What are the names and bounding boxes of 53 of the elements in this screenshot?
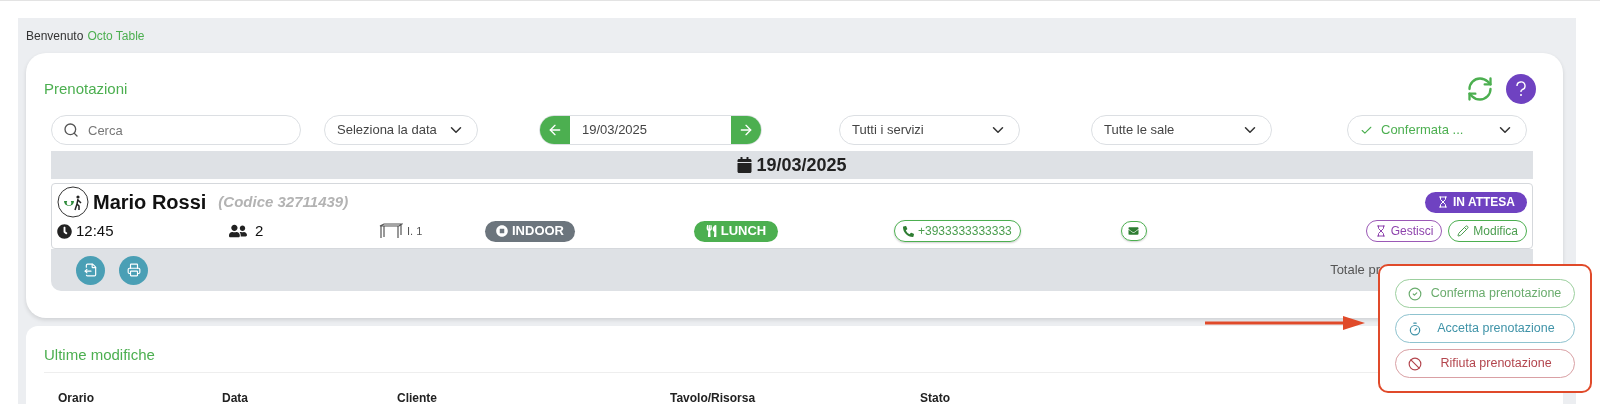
envelope-icon xyxy=(1128,226,1140,236)
date-select[interactable]: Seleziona la data xyxy=(324,115,478,145)
hourglass-icon xyxy=(1374,225,1387,237)
column-header: Cliente xyxy=(397,390,437,404)
column-header: Orario xyxy=(58,390,94,404)
reservation-row[interactable]: Mario Rossi (Codice 32711439) IN ATTESA 12:45 2 I. 1 INDOOR LUNCH +3933333333333 Gestisci Modifica xyxy=(51,183,1533,249)
user-name: Octo Table xyxy=(87,27,145,45)
table-number: I. 1 xyxy=(407,223,423,239)
guest-count: 2 xyxy=(255,220,264,241)
menu-item[interactable]: Rifiuta prenotazione xyxy=(1395,349,1575,378)
service-select[interactable]: Tutti i servizi xyxy=(839,115,1020,145)
pencil-icon xyxy=(1457,225,1470,237)
print-icon xyxy=(126,263,141,277)
welcome-text: Benvenuto xyxy=(26,27,84,45)
export-icon xyxy=(83,263,98,277)
check-circle-icon xyxy=(1408,286,1422,301)
question-icon xyxy=(1515,81,1527,97)
export-button[interactable] xyxy=(76,255,105,285)
print-button[interactable] xyxy=(119,255,148,285)
column-header: Data xyxy=(222,390,248,404)
stopwatch-icon xyxy=(1408,321,1422,336)
card-title: Prenotazioni xyxy=(44,78,128,99)
total-text: Totale pr xyxy=(1330,261,1380,280)
booking-code: (Codice 32711439) xyxy=(218,191,349,212)
help-button[interactable] xyxy=(1506,74,1536,104)
booking-time: 12:45 xyxy=(76,220,114,241)
room-select[interactable]: Tutte le sale xyxy=(1091,115,1272,145)
area-badge: INDOOR xyxy=(485,220,575,242)
action-button[interactable]: Gestisci xyxy=(1365,220,1443,242)
date-heading: 19/03/2025 xyxy=(756,153,847,177)
walk-in-icon xyxy=(57,186,89,218)
utensils-icon xyxy=(705,225,717,237)
refresh-icon[interactable] xyxy=(1466,75,1494,103)
status-badge: IN ATTESA xyxy=(1425,191,1527,213)
clock-icon xyxy=(57,223,72,239)
customer-name: Mario Rossi xyxy=(93,190,207,215)
service-badge: LUNCH xyxy=(694,220,778,242)
menu-item[interactable]: Accetta prenotazione xyxy=(1395,314,1575,343)
calendar-icon xyxy=(737,157,753,173)
prohibited-icon xyxy=(1408,356,1422,371)
date-value[interactable]: 19/03/2025 xyxy=(570,116,731,144)
search-field[interactable]: Cerca xyxy=(51,115,301,145)
action-button[interactable]: Modifica xyxy=(1448,220,1527,242)
hourglass-icon xyxy=(1437,196,1449,208)
phone-icon xyxy=(903,225,914,237)
column-header: Stato xyxy=(920,390,950,404)
next-date-button[interactable] xyxy=(731,116,761,144)
previous-date-button[interactable] xyxy=(540,116,570,144)
table-icon xyxy=(379,223,403,239)
guests-icon xyxy=(229,223,247,239)
search-icon xyxy=(63,122,79,138)
column-header: Tavolo/Risorsa xyxy=(670,390,756,404)
stop-icon xyxy=(496,225,508,237)
